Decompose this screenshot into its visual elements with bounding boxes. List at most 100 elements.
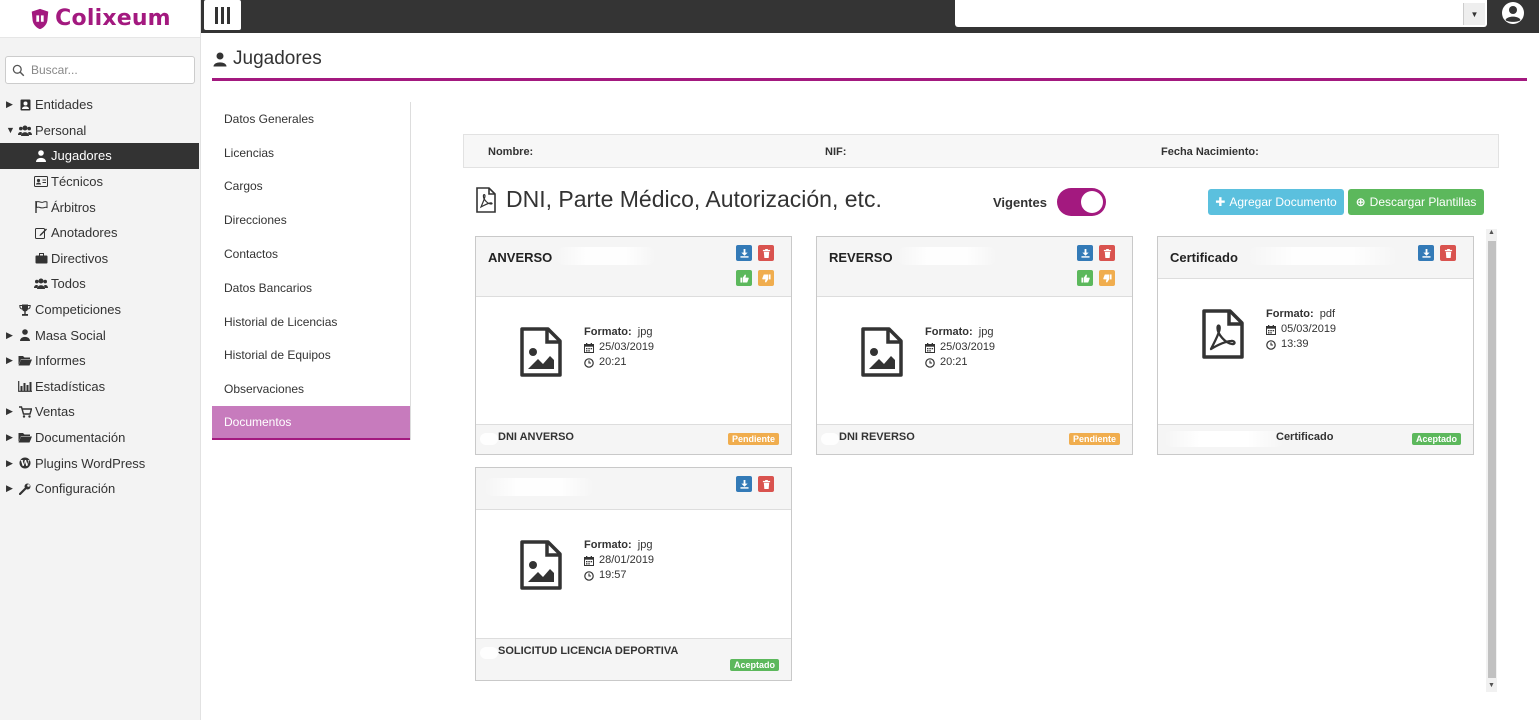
sidebar-item-jugadores[interactable]: Jugadores	[0, 143, 199, 169]
approve-button[interactable]	[1077, 270, 1093, 286]
tab-datos-bancarios[interactable]: Datos Bancarios	[212, 271, 410, 305]
sidebar-item-plugins-wordpress[interactable]: ▶ W Plugins WordPress	[0, 450, 200, 476]
tab-label: Contactos	[224, 247, 279, 262]
sidebar-item-directivos[interactable]: Directivos	[0, 246, 200, 272]
document-card-header: REVERSO	[817, 237, 1132, 297]
download-button[interactable]	[1077, 245, 1093, 261]
sidebar-item-estadisticas[interactable]: Estadísticas	[0, 374, 200, 400]
user-icon	[213, 52, 227, 66]
sidebar-item-label: Entidades	[35, 97, 93, 113]
brand-logo[interactable]: Colixeum	[0, 0, 200, 38]
player-info-bar: Nombre: NIF: Fecha Nacimiento:	[463, 134, 1499, 168]
tab-observaciones[interactable]: Observaciones	[212, 372, 410, 406]
sidebar-item-competiciones[interactable]: Competiciones	[0, 297, 200, 323]
menu-toggle-button[interactable]	[204, 0, 241, 30]
document-card-footer: Certificado Aceptado	[1158, 424, 1473, 454]
delete-button[interactable]	[758, 245, 774, 261]
tab-historial-de-equipos[interactable]: Historial de Equipos	[212, 339, 410, 373]
upload-date: 28/01/2019	[599, 554, 655, 566]
sidebar-search[interactable]	[5, 56, 195, 84]
nif-label: NIF:	[825, 146, 847, 158]
delete-button[interactable]	[1099, 245, 1115, 261]
search-input[interactable]	[31, 63, 181, 77]
delete-button[interactable]	[758, 476, 774, 492]
vigentes-toggle[interactable]	[1057, 188, 1106, 216]
download-icon	[1080, 248, 1090, 258]
sidebar-item-tecnicos[interactable]: Técnicos	[0, 169, 200, 195]
download-button[interactable]	[736, 245, 752, 261]
add-document-button[interactable]: ✚ Agregar Documento	[1208, 189, 1344, 215]
format-label: Formato:	[584, 539, 632, 551]
scroll-up-arrow[interactable]: ▲	[1486, 229, 1497, 239]
document-card-body: Formato: jpg 25/03/2019 20:21	[476, 297, 791, 426]
sidebar-item-label: Técnicos	[51, 174, 104, 190]
reject-button[interactable]	[758, 270, 774, 286]
status-badge: Aceptado	[1411, 433, 1461, 445]
download-templates-button[interactable]: ⊕ Descargar Plantillas	[1348, 189, 1484, 215]
file-image-icon[interactable]	[519, 540, 563, 595]
download-icon	[739, 248, 749, 258]
sidebar-item-anotadores[interactable]: Anotadores	[0, 220, 200, 246]
user-account-icon[interactable]	[1501, 1, 1525, 25]
tab-contactos[interactable]: Contactos	[212, 237, 410, 271]
sidebar-item-masa-social[interactable]: ▶ Masa Social	[0, 322, 200, 348]
document-file-name: Certificado	[1276, 431, 1334, 443]
file-image-icon[interactable]	[519, 327, 563, 382]
download-button[interactable]	[1418, 245, 1434, 261]
caret-right-icon: ▶	[6, 329, 13, 340]
sidebar-item-configuracion[interactable]: ▶ Configuración	[0, 476, 200, 502]
trash-icon	[1444, 248, 1453, 258]
document-card-footer: DNI REVERSO Pendiente	[817, 424, 1132, 454]
tab-datos-generales[interactable]: Datos Generales	[212, 102, 410, 136]
file-pdf-icon[interactable]	[1201, 309, 1245, 364]
document-card-footer: DNI ANVERSO Pendiente	[476, 424, 791, 454]
redacted-text	[821, 433, 839, 445]
tab-label: Datos Generales	[224, 111, 315, 126]
briefcase-icon	[34, 251, 48, 265]
format-value: jpg	[637, 326, 653, 338]
scrollbar-thumb[interactable]	[1488, 241, 1496, 678]
redacted-text	[556, 247, 656, 265]
caret-right-icon: ▶	[6, 457, 13, 468]
trash-icon	[1103, 248, 1112, 258]
scrollbar[interactable]: ▲ ▼	[1486, 229, 1497, 692]
calendar-icon	[584, 555, 594, 566]
entity-select[interactable]: ▼	[955, 0, 1487, 27]
sidebar-item-personal[interactable]: ▼ Personal	[0, 118, 200, 144]
sidebar-nav: ▶ Entidades ▼ Personal Jugadores Técnicos Árbi…	[0, 92, 200, 502]
sidebar-item-documentacion[interactable]: ▶ Documentación	[0, 425, 200, 451]
sidebar-item-ventas[interactable]: ▶ Ventas	[0, 399, 200, 425]
tab-direcciones[interactable]: Direcciones	[212, 203, 410, 237]
chevron-down-icon[interactable]: ▼	[1463, 3, 1485, 25]
sidebar-item-entidades[interactable]: ▶ Entidades	[0, 92, 200, 118]
caret-down-icon: ▼	[6, 125, 15, 136]
download-button[interactable]	[736, 476, 752, 492]
file-image-icon[interactable]	[860, 327, 904, 382]
calendar-icon	[584, 342, 594, 353]
sidebar-item-label: Documentación	[35, 430, 126, 446]
redacted-text	[484, 478, 594, 496]
document-meta: Formato: jpg 25/03/2019 20:21	[584, 325, 654, 370]
sidebar-item-informes[interactable]: ▶ Informes	[0, 348, 200, 374]
tab-documentos[interactable]: Documentos	[212, 406, 410, 440]
sidebar-item-arbitros[interactable]: Árbitros	[0, 194, 200, 220]
tab-licencias[interactable]: Licencias	[212, 136, 410, 170]
reject-button[interactable]	[1099, 270, 1115, 286]
format-value: jpg	[637, 539, 653, 551]
tab-label: Historial de Equipos	[224, 348, 331, 363]
tab-cargos[interactable]: Cargos	[212, 170, 410, 204]
status-badge: Aceptado	[729, 659, 779, 671]
tab-label: Datos Bancarios	[224, 280, 313, 295]
approve-button[interactable]	[736, 270, 752, 286]
document-card-header: ANVERSO	[476, 237, 791, 297]
tab-historial-de-licencias[interactable]: Historial de Licencias	[212, 305, 410, 339]
document-type-name: ANVERSO	[488, 250, 553, 265]
redacted-text	[1248, 247, 1398, 265]
delete-button[interactable]	[1440, 245, 1456, 261]
clock-icon	[1266, 339, 1276, 350]
scroll-down-arrow[interactable]: ▼	[1486, 682, 1497, 692]
document-card: Formato: jpg 28/01/2019 19:57 SOLICITUD …	[475, 467, 792, 681]
sidebar: Colixeum ▶ Entidades ▼ Personal Jugadores Téc…	[0, 0, 201, 720]
sidebar-item-todos[interactable]: Todos	[0, 271, 200, 297]
trash-icon	[762, 479, 771, 489]
